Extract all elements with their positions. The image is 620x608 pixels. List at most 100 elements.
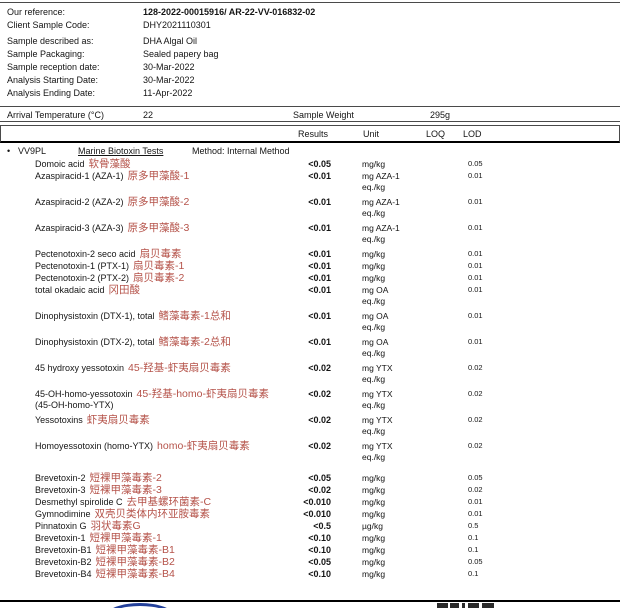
analyte-row: Dinophysistoxin (DTX-2), total鳍藻毒素-2总和 <… <box>7 336 613 362</box>
unit-cell: mg/kg <box>362 260 425 272</box>
analyte-name-cell: Brevetoxin-3短裸甲藻毒素-3 <box>7 484 296 496</box>
lod-value: 0.02 <box>468 414 513 426</box>
meta-row: Our reference: 128-2022-00015916/ AR-22-… <box>7 6 613 19</box>
analyte-name: Dinophysistoxin (DTX-2), total <box>35 337 155 347</box>
unit-line1: mg/kg <box>362 568 425 580</box>
analyte-row: Dinophysistoxin (DTX-1), total鳍藻毒素-1总和 <… <box>7 310 613 336</box>
analyte-name: Desmethyl spirolide C <box>35 497 123 507</box>
analyte-name-cell: Dinophysistoxin (DTX-2), total鳍藻毒素-2总和 <box>7 336 296 348</box>
lod-value: 0.1 <box>468 532 513 544</box>
analyte-row: total okadaic acid冈田酸 <0.01 mg OA eq./kg… <box>7 284 613 310</box>
lod-value: 0.02 <box>468 484 513 496</box>
result-value: <0.05 <box>296 158 331 170</box>
unit-line1: mg YTX <box>362 414 425 426</box>
analyte-chinese-annotation: 虾夷扇贝毒素 <box>87 414 150 426</box>
clipped-footer-text-fragment <box>482 603 494 608</box>
analyte-row: Pectenotoxin-1 (PTX-1)扇贝毒素-1 <0.01 mg/kg… <box>7 260 613 272</box>
col-header-loq: LOQ <box>426 128 445 140</box>
meta-value: DHY2021110301 <box>143 19 613 32</box>
analyte-name-cell: Desmethyl spirolide C去甲基螺环菌素-C <box>7 496 296 508</box>
analyte-name-cell: Pectenotoxin-1 (PTX-1)扇贝毒素-1 <box>7 260 296 272</box>
unit-cell: mg/kg <box>362 544 425 556</box>
unit-line1: mg/kg <box>362 532 425 544</box>
unit-cell: mg/kg <box>362 484 425 496</box>
analyte-chinese-annotation: 短裸甲藻毒素-B1 <box>96 544 175 556</box>
meta-label: Sample reception date: <box>7 61 143 74</box>
analyte-name: Brevetoxin-1 <box>35 533 86 543</box>
analyte-name-cell: total okadaic acid冈田酸 <box>7 284 296 296</box>
unit-cell: mg YTX eq./kg <box>362 414 425 437</box>
analyte-chinese-annotation: 短裸甲藻毒素-B2 <box>96 556 175 568</box>
meta-row: Client Sample Code: DHY2021110301 <box>7 19 613 32</box>
analyte-name-cell: Dinophysistoxin (DTX-1), total鳍藻毒素-1总和 <box>7 310 296 322</box>
meta-row: Sample described as: DHA Algal Oil <box>7 35 613 48</box>
lod-value: 0.01 <box>468 284 513 296</box>
result-value: <0.01 <box>296 196 331 208</box>
result-value: <0.02 <box>296 388 331 400</box>
lod-value: 0.01 <box>468 222 513 234</box>
result-value: <0.05 <box>296 556 331 568</box>
unit-line1: mg/kg <box>362 556 425 568</box>
analyte-name: Pinnatoxin G <box>35 521 87 531</box>
analyte-name-cell: Pinnatoxin G 羽状毒素G <box>7 520 296 532</box>
analyte-name-cell: Homoyessotoxin (homo-YTX)homo-虾夷扇贝毒素 <box>7 440 296 452</box>
unit-line1: mg OA <box>362 310 425 322</box>
unit-cell: mg YTX eq./kg <box>362 362 425 385</box>
analyte-name-cell: 45-OH-homo-yessotoxin45-羟基-homo-虾夷扇贝毒素 (… <box>7 388 296 411</box>
unit-line2: eq./kg <box>362 296 425 307</box>
analyte-name-cell: Azaspiracid-1 (AZA-1)原多甲藻酸-1 <box>7 170 296 182</box>
analyte-name: Brevetoxin-B1 <box>35 545 92 555</box>
analyte-chinese-annotation: 扇贝毒素 <box>140 248 182 260</box>
lod-value: 0.01 <box>468 196 513 208</box>
unit-line1: mg/kg <box>362 272 425 284</box>
unit-cell: µg/kg <box>362 520 425 532</box>
analyte-row: Brevetoxin-B2短裸甲藻毒素-B2 <0.05 mg/kg 0.05 <box>7 556 613 568</box>
unit-cell: mg OA eq./kg <box>362 310 425 333</box>
analyte-row: Domoic acid软骨藻酸 <0.05 mg/kg 0.05 <box>7 158 613 170</box>
meta-value: DHA Algal Oil <box>143 35 613 48</box>
test-section-header: • VV9PL Marine Biotoxin Tests Method: In… <box>7 145 613 158</box>
unit-line1: mg AZA-1 <box>362 196 425 208</box>
analyte-row: Brevetoxin-B4短裸甲藻毒素-B4 <0.10 mg/kg 0.1 <box>7 568 613 580</box>
unit-line1: mg/kg <box>362 496 425 508</box>
unit-line2: eq./kg <box>362 400 425 411</box>
col-header-lod: LOD <box>463 128 482 140</box>
analyte-chinese-annotation: 原多甲藻酸-3 <box>128 222 190 234</box>
analyte-name: Domoic acid <box>35 159 85 169</box>
lod-value: 0.1 <box>468 568 513 580</box>
analyte-name-cell: Yessotoxins虾夷扇贝毒素 <box>7 414 296 426</box>
meta-row: Sample Packaging: Sealed papery bag <box>7 48 613 61</box>
lod-value: 0.05 <box>468 158 513 170</box>
clipped-footer-text-fragment <box>462 603 465 608</box>
analyte-name-cell: Pectenotoxin-2 (PTX-2)扇贝毒素-2 <box>7 272 296 284</box>
unit-cell: mg/kg <box>362 556 425 568</box>
meta-label: Our reference: <box>7 6 143 19</box>
lod-value: 0.02 <box>468 388 513 400</box>
unit-line2: eq./kg <box>362 234 425 245</box>
results-header-band: Results Unit LOQ LOD <box>0 125 620 143</box>
result-value: <0.10 <box>296 568 331 580</box>
result-value: <0.02 <box>296 362 331 374</box>
lod-value: 0.1 <box>468 544 513 556</box>
unit-cell: mg AZA-1 eq./kg <box>362 222 425 245</box>
result-value: <0.05 <box>296 472 331 484</box>
analyte-chinese-annotation: 羽状毒素G <box>91 520 141 532</box>
unit-cell: mg/kg <box>362 248 425 260</box>
unit-line1: µg/kg <box>362 520 425 532</box>
result-value: <0.01 <box>296 248 331 260</box>
unit-line1: mg YTX <box>362 388 425 400</box>
analyte-chinese-annotation: 45-羟基-homo-虾夷扇贝毒素 <box>137 388 269 400</box>
analyte-chinese-annotation: 短裸甲藻毒素-3 <box>90 484 162 496</box>
unit-line2: eq./kg <box>362 208 425 219</box>
unit-line2: eq./kg <box>362 322 425 333</box>
results-table-body: • VV9PL Marine Biotoxin Tests Method: In… <box>7 145 613 580</box>
unit-line1: mg/kg <box>362 158 425 170</box>
unit-cell: mg AZA-1 eq./kg <box>362 170 425 193</box>
result-value: <0.01 <box>296 284 331 296</box>
lod-value: 0.5 <box>468 520 513 532</box>
analyte-row: Brevetoxin-B1短裸甲藻毒素-B1 <0.10 mg/kg 0.1 <box>7 544 613 556</box>
unit-cell: mg YTX eq./kg <box>362 388 425 411</box>
analyte-name: Brevetoxin-B4 <box>35 569 92 579</box>
analyte-chinese-annotation: 短裸甲藻毒素-1 <box>90 532 162 544</box>
analyte-name: Azaspiracid-3 (AZA-3) <box>35 223 124 233</box>
